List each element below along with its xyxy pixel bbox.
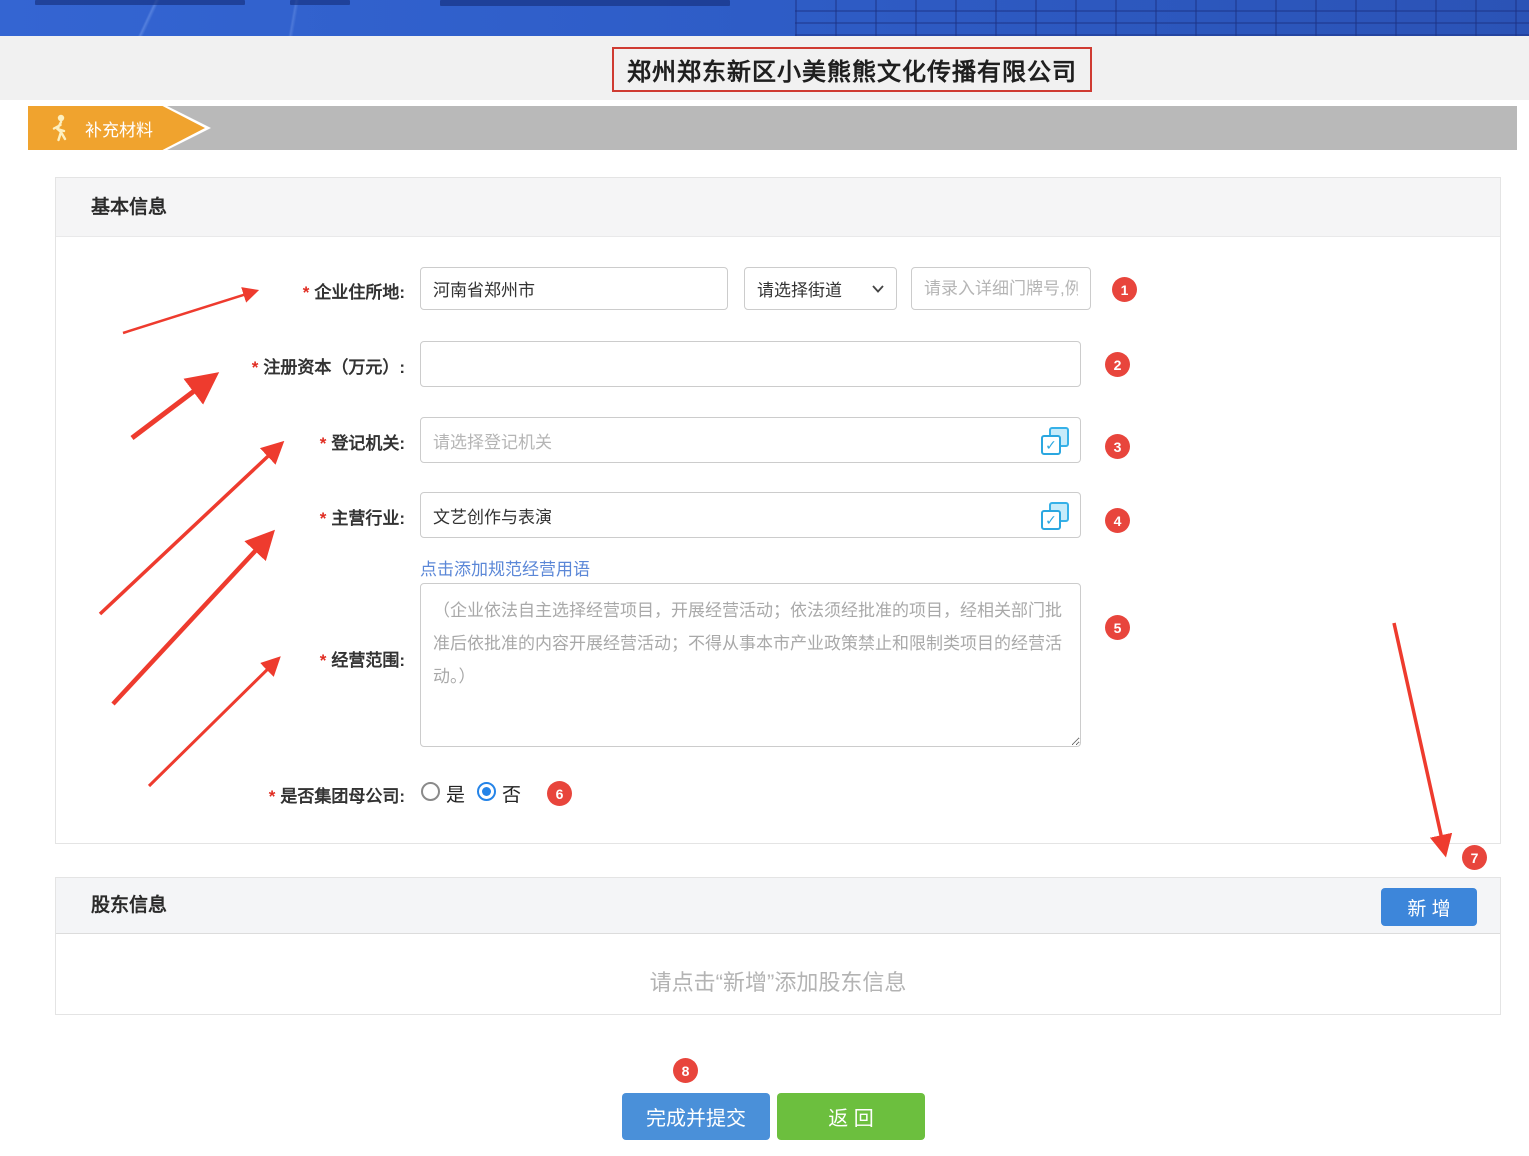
authority-placeholder: 请选择登记机关 (433, 428, 552, 453)
step-badge-2: 2 (1105, 352, 1130, 377)
banner-cropped-text (290, 0, 350, 5)
walking-person-icon (48, 114, 72, 142)
add-standard-terms-link[interactable]: 点击添加规范经营用语 (420, 555, 590, 580)
step-badge-4: 4 (1105, 508, 1130, 533)
street-select[interactable]: 请选择街道 (744, 267, 897, 310)
capital-label: *注册资本（万元）: (105, 353, 405, 378)
select-dialog-icon[interactable]: ✓ (1041, 427, 1069, 455)
step-badge-8: 8 (673, 1058, 698, 1083)
radio-no-label[interactable]: 否 (502, 780, 521, 807)
address-label: *企业住所地: (105, 278, 405, 303)
back-button[interactable]: 返 回 (777, 1093, 925, 1140)
progress-tab-bar (28, 106, 1517, 150)
select-dialog-icon[interactable]: ✓ (1041, 502, 1069, 530)
radio-no[interactable] (477, 782, 496, 801)
scope-textarea[interactable] (420, 583, 1081, 747)
group-parent-label: *是否集团母公司: (105, 782, 405, 807)
authority-picker[interactable]: 请选择登记机关 ✓ (420, 417, 1081, 463)
radio-yes[interactable] (421, 782, 440, 801)
industry-label: *主营行业: (105, 504, 405, 529)
banner-cropped-text (35, 0, 245, 5)
authority-label: *登记机关: (105, 429, 405, 454)
step-badge-3: 3 (1105, 434, 1130, 459)
capital-input[interactable] (420, 341, 1081, 387)
chevron-down-icon (872, 285, 884, 293)
company-name: 郑州郑东新区小美熊熊文化传播有限公司 (627, 52, 1077, 87)
step-badge-5: 5 (1105, 615, 1130, 640)
shareholders-title: 股东信息 (91, 878, 167, 934)
shareholders-empty-hint: 请点击“新增”添加股东信息 (55, 965, 1501, 997)
tab-label: 补充材料 (85, 106, 153, 150)
page: 郑州郑东新区小美熊熊文化传播有限公司 补充材料 基本信息 *企业住所地: 请选择… (0, 0, 1529, 1156)
street-select-value: 请选择街道 (757, 276, 842, 301)
company-name-box: 郑州郑东新区小美熊熊文化传播有限公司 (612, 47, 1092, 92)
submit-button[interactable]: 完成并提交 (622, 1093, 770, 1140)
banner-cropped-text (440, 0, 730, 6)
shareholders-header: 股东信息 (56, 878, 1500, 934)
step-badge-7: 7 (1462, 845, 1487, 870)
address-detail-input[interactable] (911, 267, 1091, 310)
industry-value: 文艺创作与表演 (433, 503, 552, 528)
top-banner (0, 0, 1529, 36)
scope-label: *经营范围: (105, 646, 405, 671)
address-province-input[interactable] (420, 267, 728, 310)
basic-info-header: 基本信息 (56, 178, 1500, 237)
industry-picker[interactable]: 文艺创作与表演 ✓ (420, 492, 1081, 538)
step-badge-6: 6 (547, 781, 572, 806)
radio-yes-label[interactable]: 是 (446, 780, 465, 807)
add-shareholder-button[interactable]: 新 增 (1381, 888, 1477, 926)
step-badge-1: 1 (1112, 277, 1137, 302)
basic-info-title: 基本信息 (91, 178, 167, 237)
